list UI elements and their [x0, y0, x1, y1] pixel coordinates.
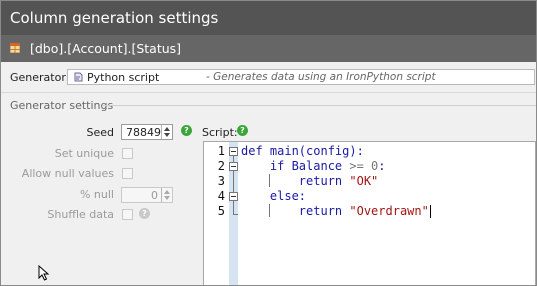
set-unique-checkbox[interactable] [122, 148, 133, 159]
code-line[interactable]: if Balance >= 0: [241, 159, 386, 173]
column-path: [dbo].[Account].[Status] [30, 41, 182, 56]
pct-null-label: % null [79, 188, 114, 201]
line-number: 5 [217, 204, 225, 218]
line-number: 4 [217, 189, 225, 203]
pct-null-spinner[interactable] [161, 188, 172, 202]
code-token: >= 0 [349, 159, 379, 173]
set-unique-label: Set unique [54, 147, 114, 160]
code-token: return [241, 204, 350, 218]
fold-collapse-icon[interactable] [229, 147, 238, 156]
code-token: : [378, 159, 386, 173]
title-bar: Column generation settings [1, 1, 536, 35]
fold-end [233, 214, 238, 215]
seed-spinner[interactable] [161, 125, 172, 139]
column-header: [dbo].[Account].[Status] [1, 35, 536, 62]
allow-null-checkbox[interactable] [122, 168, 133, 179]
text-caret [429, 205, 431, 218]
section-title: Generator settings [10, 99, 114, 112]
seed-input[interactable]: 78849 [121, 124, 173, 140]
pct-null-value: 0 [151, 189, 158, 202]
line-number: 3 [217, 174, 225, 188]
shuffle-label: Shuffle data [47, 208, 114, 221]
seed-value: 78849 [126, 126, 161, 139]
spin-up-icon[interactable] [164, 127, 170, 131]
section-divider [102, 105, 536, 106]
code-line[interactable]: def main(config): [241, 144, 364, 158]
code-token: else: [241, 189, 307, 203]
code-token: def main(config): [241, 144, 364, 158]
script-help-icon[interactable]: ? [237, 125, 248, 136]
mouse-cursor-icon [38, 265, 50, 281]
generator-select[interactable]: Python script - Generates data using an … [67, 69, 535, 85]
table-icon [10, 43, 20, 53]
script-label: Script: [202, 126, 238, 139]
script-editor[interactable]: 1 2 3 4 5 def main(config): if Balance >… [203, 141, 536, 285]
window-title: Column generation settings [10, 9, 219, 27]
generator-name: Python script [87, 71, 160, 84]
shuffle-checkbox[interactable] [122, 209, 133, 220]
code-token: return [241, 174, 350, 188]
line-number: 1 [217, 144, 225, 158]
seed-help-icon[interactable]: ? [181, 125, 192, 136]
pct-null-input[interactable]: 0 [121, 187, 173, 203]
code-line[interactable]: return "Overdrawn" [241, 204, 429, 218]
seed-label: Seed [86, 126, 115, 139]
allow-null-label: Allow null values [21, 167, 114, 180]
spin-down-icon[interactable] [164, 133, 170, 137]
fold-collapse-icon[interactable] [229, 162, 238, 171]
generator-description: - Generates data using an IronPython scr… [206, 71, 436, 83]
code-token: if Balance [241, 159, 350, 173]
code-token: "Overdrawn" [349, 204, 429, 218]
code-token: "OK" [349, 174, 379, 188]
dialog-window: Column generation settings [dbo].[Accoun… [0, 0, 537, 286]
line-number-gutter: 1 2 3 4 5 [204, 142, 239, 285]
fold-collapse-icon[interactable] [229, 192, 238, 201]
code-line[interactable]: return "OK" [241, 174, 378, 188]
code-line[interactable]: else: [241, 189, 306, 203]
shuffle-help-icon[interactable]: ? [139, 208, 150, 219]
spin-down-icon[interactable] [164, 196, 170, 200]
generator-label: Generator: [10, 71, 70, 84]
spin-up-icon[interactable] [164, 190, 170, 194]
python-script-icon [74, 72, 83, 82]
line-number: 2 [217, 159, 225, 173]
generator-row: Generator: Python script - Generates dat… [1, 62, 536, 93]
